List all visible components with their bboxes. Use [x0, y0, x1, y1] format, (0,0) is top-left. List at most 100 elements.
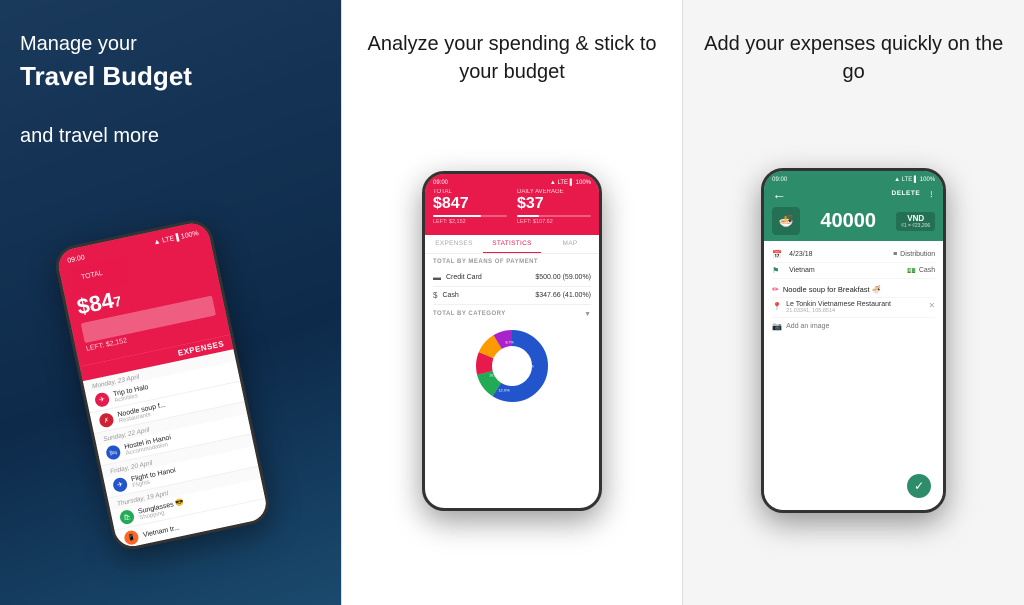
- middle-daily-label: DAILY AVERAGE: [517, 189, 591, 195]
- tab-statistics[interactable]: STATISTICS: [483, 235, 541, 253]
- right-detail-row-2: ⚑ Vietnam 💵 Cash: [772, 263, 935, 279]
- middle-section-title: TOTAL BY MEANS OF PAYMENT: [433, 259, 591, 265]
- payment-item-1: ▬ Credit Card $500.00 (59.00%): [433, 269, 591, 287]
- chart-area: 59.0% 12.0% 10.2% 10.1% 8.7% ✈: [433, 326, 591, 406]
- payment-details-1: Credit Card: [446, 274, 535, 281]
- right-location-close[interactable]: ✕: [928, 301, 935, 310]
- chart-label-4: 10.1%: [492, 356, 503, 360]
- right-nav-actions: DELETE ⋮: [892, 190, 936, 198]
- middle-content: TOTAL BY MEANS OF PAYMENT ▬ Credit Card …: [425, 254, 599, 508]
- category-section-title: TOTAL BY CATEGORY: [433, 311, 584, 317]
- right-category-icon: 🍜: [772, 207, 800, 235]
- payment-item-2: $ Cash $347.66 (41.00%): [433, 287, 591, 305]
- right-location-icon: 📍: [772, 302, 782, 311]
- middle-total-left: LEFT: $2,152: [433, 219, 507, 225]
- left-phone-wrapper: 09:00 ▲ LTE ▌100% TOTAL $847 LEFT: $2,15…: [90, 170, 250, 575]
- left-headline-line1: Manage your: [20, 33, 137, 55]
- right-cash: 💵 Cash: [907, 267, 935, 275]
- right-distribution-icon: ≡: [893, 251, 897, 258]
- right-location-coords: 21.03341, 105.8514: [786, 308, 928, 314]
- right-currency-badge: VND ₫1 = ₫23,206: [896, 212, 935, 231]
- expense-icon-6: 📱: [123, 529, 140, 546]
- right-camera-icon: 📷: [772, 322, 782, 331]
- left-progress-fill: [93, 314, 165, 329]
- category-dropdown-icon[interactable]: ▼: [584, 311, 591, 318]
- middle-status-icons: ▲ LTE ▌ 100%: [550, 180, 591, 186]
- middle-total-label: TOTAL: [433, 189, 507, 195]
- middle-total-progress-fill: [433, 215, 481, 217]
- right-nav-more[interactable]: ⋮: [928, 190, 935, 198]
- right-content: 📅 4/23/18 ≡ Distribution ⚑ Vietnam 💵: [764, 241, 943, 510]
- right-nav-delete[interactable]: DELETE: [892, 190, 921, 198]
- left-headline-bold: Travel Budget: [20, 58, 321, 94]
- right-save-icon: ✓: [914, 479, 924, 493]
- tab-expenses[interactable]: EXPENSES: [425, 235, 483, 253]
- right-cash-label: Cash: [919, 267, 935, 274]
- left-headline-line3: and travel more: [20, 125, 159, 147]
- payment-name-2: Cash: [442, 292, 535, 299]
- expense-icon-3: 🛏: [105, 444, 122, 461]
- right-description-row: ✏ Noodle soup for Breakfast 🍜: [772, 279, 935, 298]
- expense-icon-1: ✈: [94, 391, 111, 408]
- middle-daily-amount: $37: [517, 195, 591, 213]
- right-status-time: 09:00: [772, 177, 787, 183]
- left-expense-list: Monday, 23 April ✈ Trip to Halo Activiti…: [83, 349, 269, 549]
- credit-card-icon: ▬: [433, 273, 441, 282]
- chart-label-3: 10.2%: [489, 373, 500, 377]
- middle-tabs: EXPENSES STATISTICS MAP: [425, 235, 599, 254]
- middle-daily-block: DAILY AVERAGE $37 LEFT: $107.62: [517, 189, 591, 225]
- left-phone-screen: 09:00 ▲ LTE ▌100% TOTAL $847 LEFT: $2,15…: [56, 220, 270, 549]
- chart-label-5: 8.7%: [505, 340, 514, 344]
- right-date-label: 4/23/18: [789, 251, 893, 258]
- right-image-row: 📷 Add an image: [772, 318, 935, 335]
- middle-phone-wrapper: 09:00 ▲ LTE ▌ 100% TOTAL $847 LEFT: $2,1…: [422, 106, 602, 575]
- middle-daily-progress-fill: [517, 215, 539, 217]
- panel-left: Manage your Travel Budget and travel mor…: [0, 0, 341, 605]
- right-location-details: Le Tonkin Vietnamese Restaurant 21.03341…: [786, 301, 928, 314]
- middle-daily-progress: [517, 215, 591, 217]
- middle-status-bar: 09:00 ▲ LTE ▌ 100%: [433, 180, 591, 186]
- payment-name-1: Credit Card: [446, 274, 535, 281]
- middle-total-amount: $847: [433, 195, 507, 213]
- payment-amount-2: $347.66 (41.00%): [535, 292, 591, 299]
- expense-icon-2: ✗: [98, 412, 115, 429]
- panel-right: Add your expenses quickly on the go 09:0…: [683, 0, 1024, 605]
- middle-total-block: TOTAL $847 LEFT: $2,152: [433, 189, 507, 225]
- expense-icon-4: ✈: [112, 476, 129, 493]
- right-flag-icon: ⚑: [772, 266, 784, 275]
- donut-chart: 59.0% 12.0% 10.2% 10.1% 8.7% ✈: [472, 326, 552, 406]
- right-headline: Add your expenses quickly on the go: [703, 30, 1004, 86]
- right-amount: 40000: [820, 210, 876, 233]
- middle-headline: Analyze your spending & stick to your bu…: [362, 30, 663, 86]
- right-detail-row-1: 📅 4/23/18 ≡ Distribution: [772, 247, 935, 263]
- cash-icon: $: [433, 291, 437, 300]
- right-status-icons: ▲ LTE ▌ 100%: [894, 177, 935, 183]
- right-phone-header: 09:00 ▲ LTE ▌ 100% ← DELETE ⋮ 🍜 40000: [764, 171, 943, 241]
- right-location-name: Le Tonkin Vietnamese Restaurant: [786, 301, 928, 308]
- right-pencil-icon: ✏: [772, 285, 779, 294]
- right-calendar-icon: 📅: [772, 250, 784, 259]
- left-phone: 09:00 ▲ LTE ▌100% TOTAL $847 LEFT: $2,15…: [52, 216, 273, 552]
- right-currency-sub: ₫1 = ₫23,206: [901, 223, 930, 229]
- right-phone-wrapper: 09:00 ▲ LTE ▌ 100% ← DELETE ⋮ 🍜 40000: [761, 106, 946, 575]
- middle-phone: 09:00 ▲ LTE ▌ 100% TOTAL $847 LEFT: $2,1…: [422, 171, 602, 511]
- middle-phone-header: 09:00 ▲ LTE ▌ 100% TOTAL $847 LEFT: $2,1…: [425, 174, 599, 235]
- right-cash-icon: 💵: [907, 267, 916, 275]
- right-nav-back[interactable]: ←: [772, 186, 786, 202]
- right-distribution: ≡ Distribution: [893, 251, 935, 258]
- category-section-header: TOTAL BY CATEGORY ▼: [433, 311, 591, 318]
- chart-flight-icon: ✈: [524, 365, 529, 372]
- middle-total-progress: [433, 215, 507, 217]
- expense-icon-5: 🛍: [119, 508, 136, 525]
- middle-status-time: 09:00: [433, 180, 448, 186]
- right-save-button[interactable]: ✓: [907, 474, 931, 498]
- middle-phone-screen: 09:00 ▲ LTE ▌ 100% TOTAL $847 LEFT: $2,1…: [425, 174, 599, 508]
- tab-map[interactable]: MAP: [541, 235, 599, 253]
- right-status-bar: 09:00 ▲ LTE ▌ 100%: [772, 177, 935, 183]
- right-location-row: 📍 Le Tonkin Vietnamese Restaurant 21.033…: [772, 298, 935, 318]
- right-add-image-text[interactable]: Add an image: [786, 323, 829, 330]
- panel-middle: Analyze your spending & stick to your bu…: [341, 0, 684, 605]
- right-nav: ← DELETE ⋮: [772, 186, 935, 202]
- right-description-text: Noodle soup for Breakfast 🍜: [783, 285, 881, 294]
- payment-details-2: Cash: [442, 292, 535, 299]
